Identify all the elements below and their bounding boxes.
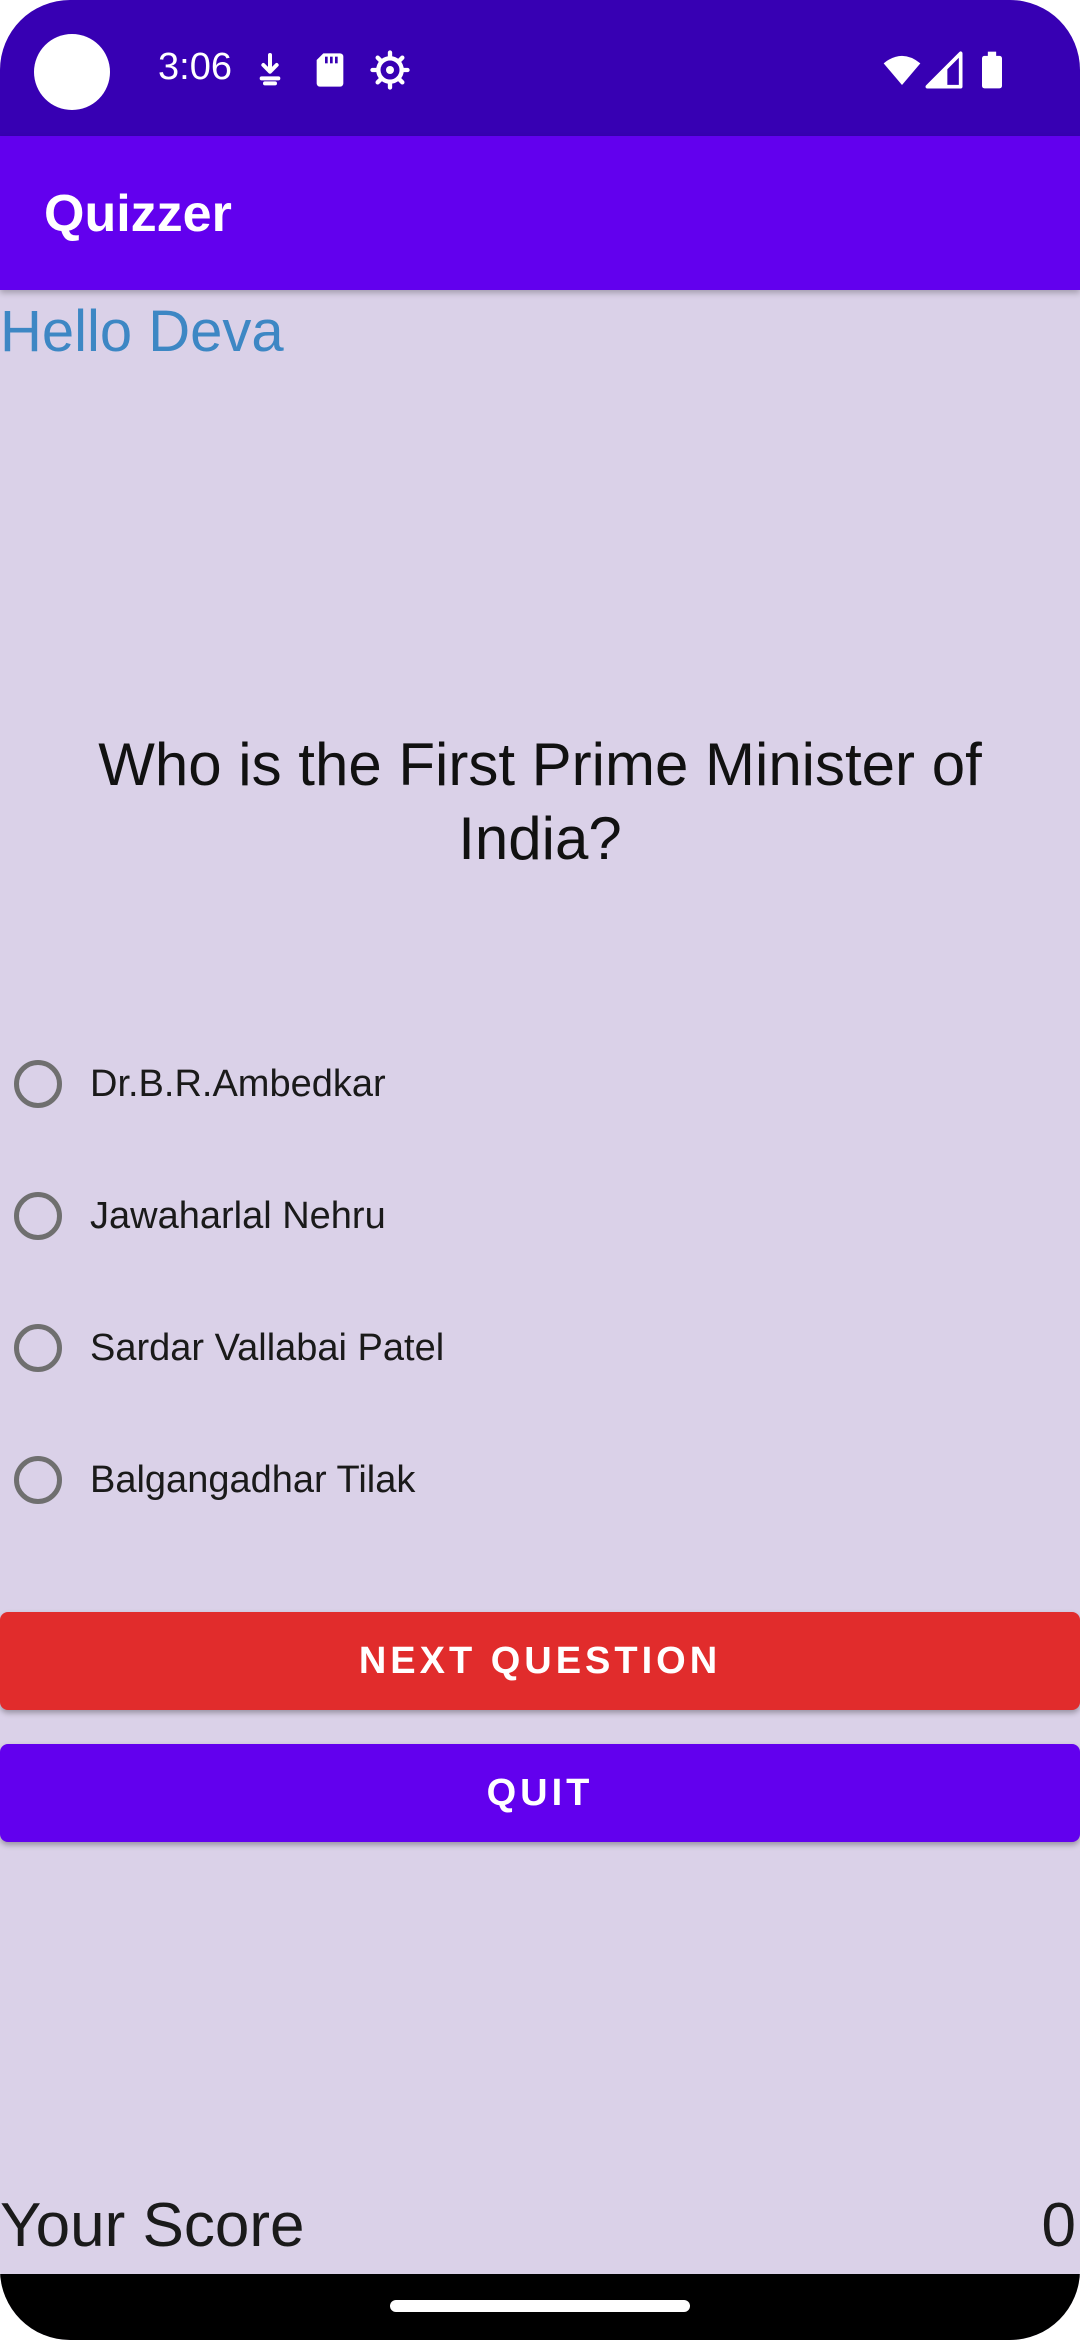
option-label: Jawaharlal Nehru [90,1194,386,1237]
signal-icon [925,51,963,89]
question-text: Who is the First Prime Minister of India… [98,731,982,872]
quiz-screen: 3:06 Quizzer Hello Deva Who is the First… [0,0,1080,2340]
score-value: 0 [1041,2191,1076,2260]
navigation-bar [0,2274,1080,2340]
option-label: Dr.B.R.Ambedkar [90,1062,386,1105]
greeting-text: Hello Deva [0,299,284,364]
status-time: 3:06 [158,46,232,88]
home-gesture-handle[interactable] [390,2300,690,2312]
battery-icon [982,51,1002,89]
option-radio-2[interactable]: Jawaharlal Nehru [14,1176,386,1256]
quit-button[interactable]: QUIT [0,1744,1080,1842]
wifi-icon [883,55,921,85]
status-bar: 3:06 [0,0,1080,136]
radio-button[interactable] [14,1060,62,1108]
download-icon [259,53,281,86]
score-label: Your Score [0,2191,305,2260]
next-question-button[interactable]: NEXT QUESTION [0,1612,1080,1710]
option-label: Sardar Vallabai Patel [90,1326,445,1369]
option-label: Balgangadhar Tilak [90,1458,416,1501]
app-title: Quizzer [44,185,232,243]
option-radio-1[interactable]: Dr.B.R.Ambedkar [14,1044,386,1124]
settings-gear-icon [370,50,410,90]
radio-button[interactable] [14,1192,62,1240]
radio-button[interactable] [14,1324,62,1372]
option-radio-3[interactable]: Sardar Vallabai Patel [14,1308,444,1388]
app-bar: Quizzer [0,136,1080,290]
option-radio-4[interactable]: Balgangadhar Tilak [14,1440,415,1520]
sd-card-icon [316,53,344,87]
radio-button[interactable] [14,1456,62,1504]
camera-cutout [34,34,110,110]
